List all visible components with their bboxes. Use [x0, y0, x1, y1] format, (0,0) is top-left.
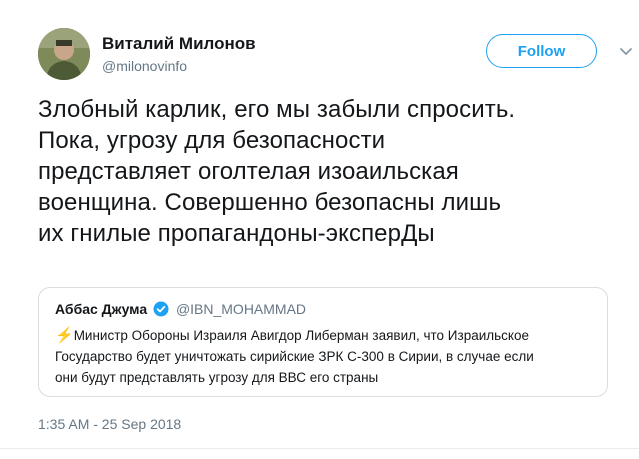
- lightning-icon: ⚡: [55, 327, 74, 344]
- quoted-line: они будут представлять угрозу для ВВС ег…: [55, 370, 379, 385]
- tweet-text: Злобный карлик, его мы забыли спросить. …: [38, 94, 638, 249]
- quoted-user-handle[interactable]: @IBN_MOHAMMAD: [176, 301, 306, 317]
- tweet-line: Пока, угрозу для безопасности: [38, 127, 386, 154]
- chevron-down-icon[interactable]: [618, 44, 634, 60]
- quoted-tweet[interactable]: Аббас Джума @IBN_MOHAMMAD ⚡Министр Оборо…: [38, 287, 608, 397]
- quoted-line: Государство будет уничтожать сирийские З…: [55, 349, 534, 364]
- quoted-header: Аббас Джума @IBN_MOHAMMAD: [55, 301, 306, 317]
- user-handle[interactable]: @milonovinfo: [102, 58, 187, 74]
- user-name[interactable]: Виталий Милонов: [102, 34, 256, 54]
- tweet-header: Виталий Милонов @milonovinfo Follow: [38, 28, 639, 84]
- tweet-line: их гнилые пропагандоны-эксперДы: [38, 220, 435, 247]
- verified-badge-icon: [153, 301, 169, 317]
- follow-button[interactable]: Follow: [486, 34, 597, 68]
- quoted-line: ⚡Министр Обороны Израиля Авигдор Либерма…: [55, 327, 529, 344]
- divider: [0, 448, 639, 449]
- tweet-line: военщина. Совершенно безопасны лишь: [38, 189, 502, 216]
- tweet-line: представляет оголтелая изоаильская: [38, 158, 459, 185]
- avatar[interactable]: [38, 28, 90, 80]
- tweet-timestamp[interactable]: 1:35 AM - 25 Sep 2018: [38, 416, 181, 432]
- quoted-text: ⚡Министр Обороны Израиля Авигдор Либерма…: [55, 325, 603, 388]
- quoted-user-name[interactable]: Аббас Джума: [55, 301, 147, 317]
- tweet-line: Злобный карлик, его мы забыли спросить.: [38, 96, 516, 123]
